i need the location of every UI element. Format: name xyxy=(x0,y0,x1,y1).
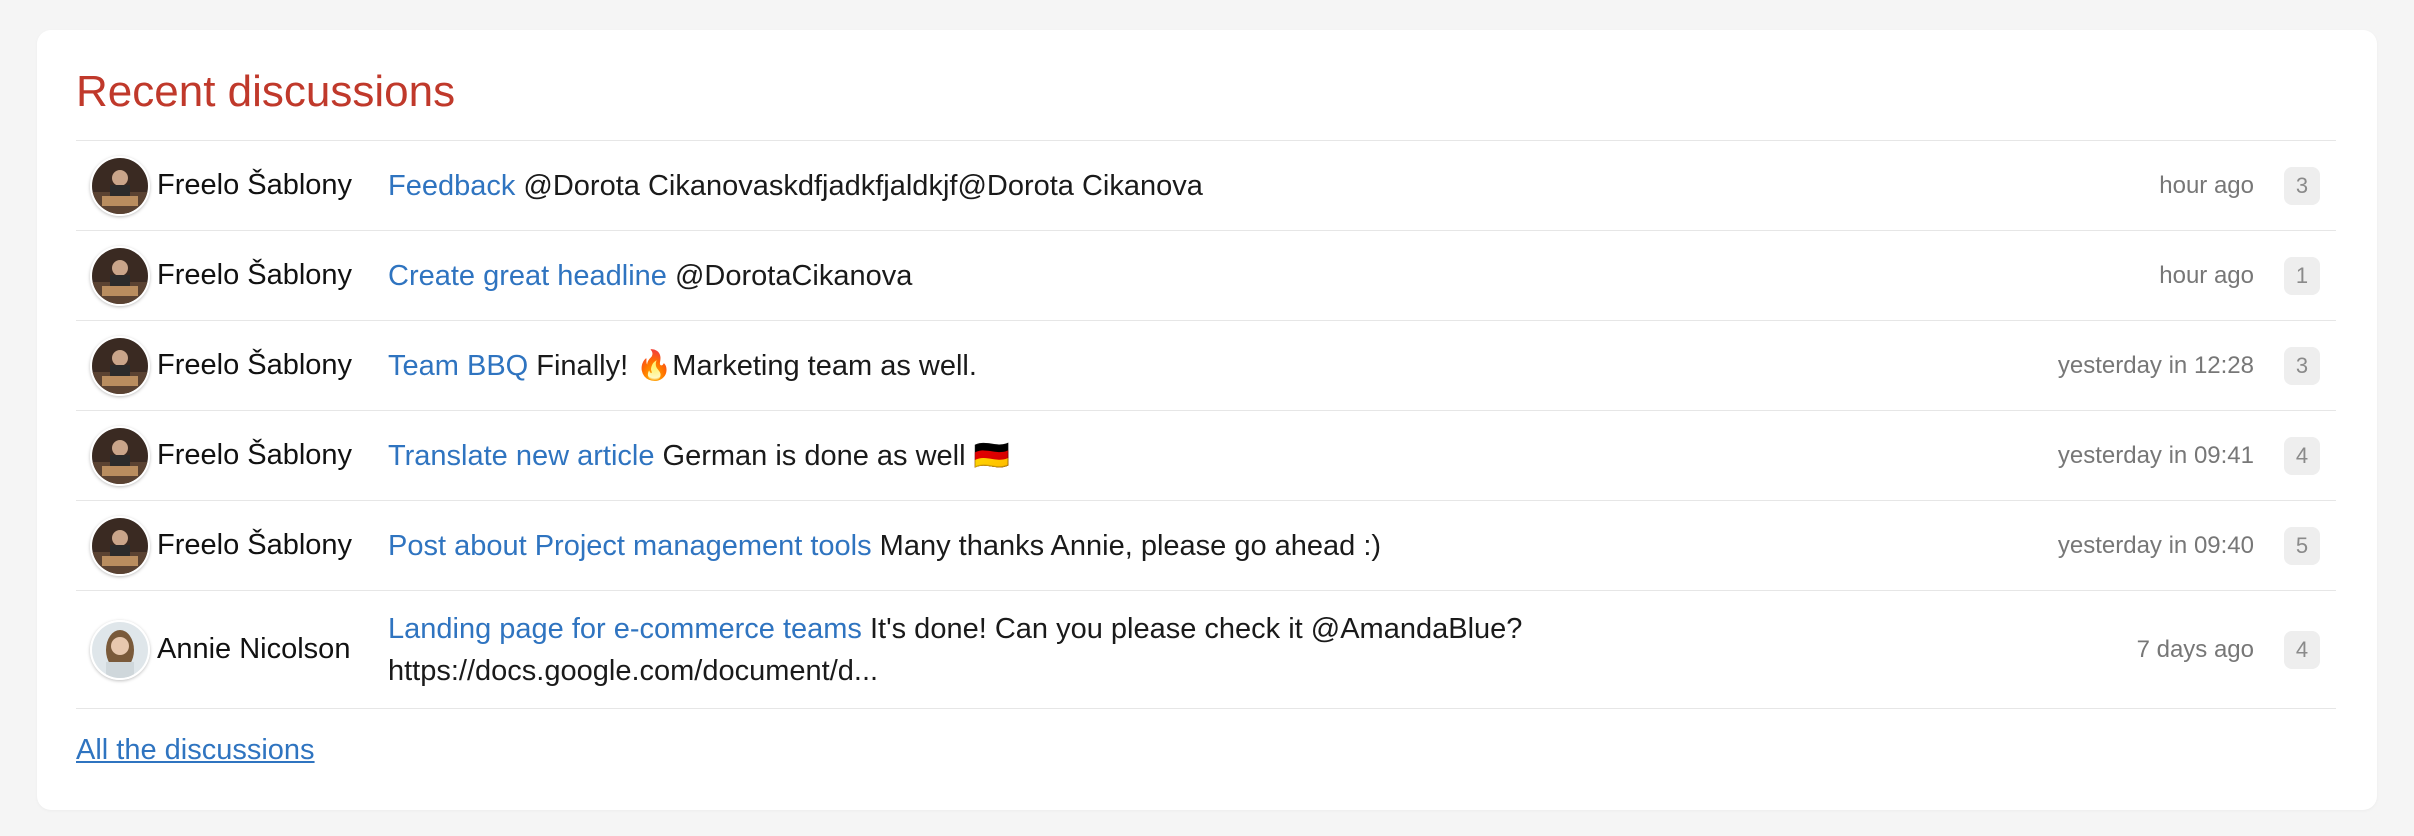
discussion-row[interactable]: Freelo Šablony Post about Project manage… xyxy=(76,501,2336,591)
discussion-topic-link[interactable]: Feedback xyxy=(388,170,515,202)
panel-title: Recent discussions xyxy=(76,67,456,116)
avatar[interactable] xyxy=(90,245,150,306)
comment-count-badge: 1 xyxy=(2284,256,2320,295)
discussion-message: German is done as well 🇩🇪 xyxy=(654,439,1010,472)
discussion-time: yesterday in 09:41 xyxy=(2057,441,2254,469)
author-name[interactable]: Freelo Šablony xyxy=(157,169,352,202)
author-name[interactable]: Freelo Šablony xyxy=(157,259,352,292)
discussion-topic-link[interactable]: Create great headline xyxy=(388,260,667,292)
discussion-content: Translate new article German is done as … xyxy=(388,435,1618,477)
comment-count-badge: 5 xyxy=(2284,526,2320,565)
discussion-content: Feedback @Dorota Cikanovaskdfjadkfjaldkj… xyxy=(388,165,1618,207)
discussion-time: yesterday in 12:28 xyxy=(2057,351,2254,379)
discussion-content: Create great headline @DorotaCikanova xyxy=(388,255,1618,297)
discussion-row[interactable]: Freelo Šablony Team BBQ Finally! 🔥Market… xyxy=(76,321,2336,411)
discussion-content: Landing page for e-commerce teams It's d… xyxy=(388,608,1618,692)
discussion-topic-link[interactable]: Team BBQ xyxy=(388,350,528,382)
discussion-message: @DorotaCikanova xyxy=(666,259,913,292)
recent-discussions-card: Recent discussions Freelo Šablony Feedba… xyxy=(37,30,2377,810)
author-name[interactable]: Annie Nicolson xyxy=(157,633,350,666)
discussion-time: yesterday in 09:40 xyxy=(2057,531,2254,559)
discussion-content: Post about Project management tools Many… xyxy=(388,525,1618,567)
avatar[interactable] xyxy=(90,425,150,486)
discussion-row[interactable]: Annie Nicolson Landing page for e-commer… xyxy=(76,591,2336,709)
discussion-time: hour ago xyxy=(2159,171,2254,199)
discussion-message: @Dorota Cikanovaskdfjadkfjaldkjf@Dorota … xyxy=(515,169,1203,202)
author-name[interactable]: Freelo Šablony xyxy=(157,439,352,472)
all-discussions-link[interactable]: All the discussions xyxy=(76,734,315,767)
discussion-message: Many thanks Annie, please go ahead :) xyxy=(871,529,1382,562)
comment-count-badge: 4 xyxy=(2284,630,2320,669)
discussion-content: Team BBQ Finally! 🔥Marketing team as wel… xyxy=(388,345,1618,387)
discussion-topic-link[interactable]: Post about Project management tools xyxy=(388,530,872,562)
author-name[interactable]: Freelo Šablony xyxy=(157,349,352,382)
discussion-row[interactable]: Freelo Šablony Translate new article Ger… xyxy=(76,411,2336,501)
discussion-topic-link[interactable]: Landing page for e-commerce teams xyxy=(388,613,862,645)
avatar[interactable] xyxy=(90,515,150,576)
discussion-row[interactable]: Freelo Šablony Create great headline @Do… xyxy=(76,231,2336,321)
avatar[interactable] xyxy=(90,155,150,216)
discussion-topic-link[interactable]: Translate new article xyxy=(388,440,654,472)
author-name[interactable]: Freelo Šablony xyxy=(157,529,352,562)
comment-count-badge: 4 xyxy=(2284,436,2320,475)
avatar[interactable] xyxy=(90,335,150,396)
comment-count-badge: 3 xyxy=(2284,166,2320,205)
discussion-list: Freelo Šablony Feedback @Dorota Cikanova… xyxy=(76,140,2336,709)
discussion-row[interactable]: Freelo Šablony Feedback @Dorota Cikanova… xyxy=(76,141,2336,231)
discussion-time: 7 days ago xyxy=(2136,635,2254,663)
comment-count-badge: 3 xyxy=(2284,346,2320,385)
avatar[interactable] xyxy=(90,619,150,680)
discussion-message: Finally! 🔥Marketing team as well. xyxy=(528,349,977,382)
discussion-time: hour ago xyxy=(2159,261,2254,289)
